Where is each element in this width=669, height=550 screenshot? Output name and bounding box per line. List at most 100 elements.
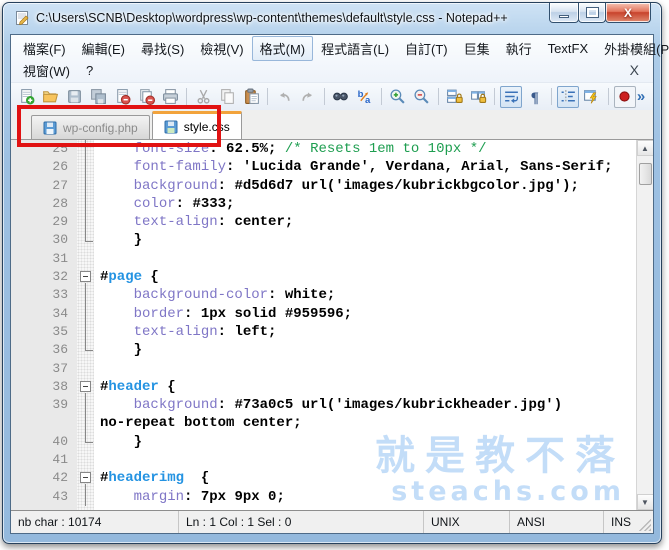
status-char-count: nb char : 10174 [11,511,179,533]
toolbar-overflow-chevron[interactable]: » [637,88,649,105]
fold-marker [77,341,94,359]
toolbar-separator [186,88,188,105]
tab-bar: wp-config.php style.css [11,105,653,147]
fold-line [85,140,86,159]
code-line[interactable]: } [100,341,636,359]
scrollbar-thumb[interactable] [638,163,652,185]
code-line[interactable]: text-align: left; [100,323,636,341]
fold-collapse-icon[interactable] [80,381,91,392]
title-bar[interactable]: C:\Users\SCNB\Desktop\wordpress\wp-conte… [3,3,661,33]
code-line[interactable]: background: #d5d6d7 url('images/kubrickb… [100,177,636,195]
menu-item-row2-2[interactable]: ? [78,60,101,81]
code-token: background [133,177,218,194]
code-line[interactable]: font-size: 62.5%; /* Resets 1em to 10px … [100,140,636,158]
menu-item-6[interactable]: 程式語言(L) [313,36,397,61]
code-token: : [268,287,285,304]
minimize-button[interactable] [549,3,579,23]
copy-icon [220,89,234,104]
close-button[interactable]: X [605,3,651,23]
close-file-button[interactable] [112,86,134,108]
notepadpp-window: C:\Users\SCNB\Desktop\wordpress\wp-conte… [2,2,669,544]
code-line[interactable]: } [100,231,636,249]
fold-marker [77,286,94,305]
minimize-icon [559,15,569,18]
resize-grip[interactable] [639,519,651,531]
code-line[interactable] [100,360,636,378]
menu-item-4[interactable]: 檢視(V) [192,36,251,61]
sync-scroll-vertical-icon [447,89,463,103]
undo-icon [279,92,290,101]
close-all-button[interactable] [136,86,158,108]
indent-guide-button[interactable] [557,85,580,108]
show-all-characters-button[interactable]: ¶ [524,86,546,108]
menu-item-7[interactable]: 自訂(T) [397,36,456,61]
code-token: : [217,177,235,194]
code-line[interactable] [100,451,636,469]
cut-button[interactable] [192,86,214,108]
code-line[interactable]: text-align: center; [100,213,636,231]
code-line[interactable]: no-repeat bottom center; [100,414,636,432]
menubar-close-icon[interactable]: X [620,62,649,78]
line-number-margin: 25 26 27 28 29 30 31 32 33 34 35 36 37 38 39 40 41 42 43 [11,140,77,510]
user-define-dialog-button[interactable] [581,86,603,108]
redo-button[interactable] [297,86,319,108]
floppy-icon [164,120,178,133]
sync-scroll-vertical-button[interactable] [444,86,466,108]
print-button[interactable] [159,86,181,108]
tab-wp-config.php[interactable]: wp-config.php [31,115,150,139]
code-line[interactable]: } [100,433,636,451]
code-line[interactable]: #headerimg { [100,469,636,487]
scroll-up-arrow-icon[interactable]: ▲ [636,140,653,156]
code-line[interactable]: background: #73a0c5 url('images/kubrickh… [100,396,636,414]
record-macro-button[interactable] [613,85,636,108]
find-button[interactable] [330,86,352,108]
code-line[interactable]: font-family: 'Lucida Grande', Verdana, A… [100,158,636,176]
fold-marker [77,414,94,433]
scroll-down-arrow-icon[interactable]: ▼ [636,494,653,510]
vertical-scrollbar[interactable]: ▲ ▼ [636,140,653,510]
save-all-button[interactable] [88,86,110,108]
menu-item-10[interactable]: TextFX [540,38,596,59]
menu-item-row2-1[interactable]: 視窗(W) [15,58,78,83]
save-button[interactable] [64,86,86,108]
code-token: } [133,342,143,359]
code-line[interactable]: #header { [100,378,636,396]
code-token: : [175,195,193,212]
paste-button[interactable] [240,86,262,108]
code-line[interactable]: border: 1px solid #959596; [100,305,636,323]
code-line[interactable]: background-color: white; [100,286,636,304]
code-line[interactable] [100,250,636,268]
fold-marker [77,158,94,177]
word-wrap-button[interactable] [500,85,523,108]
line-number: 28 [52,195,68,211]
code-token: #d5d6d7 url('images/kubrickbgcolor.jpg')… [234,177,579,194]
code-text-area[interactable]: font-size: 62.5%; /* Resets 1em to 10px … [94,140,636,510]
open-folder-button[interactable] [40,86,62,108]
code-line[interactable]: #page { [100,268,636,286]
menu-item-9[interactable]: 執行 [498,36,540,61]
copy-button[interactable] [216,86,238,108]
zoom-in-button[interactable] [387,86,409,108]
code-line[interactable]: margin: 7px 9px 0; [100,488,636,506]
menu-item-3[interactable]: 尋找(S) [133,36,192,61]
undo-button[interactable] [273,86,295,108]
tab-style.css[interactable]: style.css [151,111,242,139]
line-number: 42 [52,470,68,486]
menu-item-11[interactable]: 外掛模組(P) [596,36,669,61]
menu-row-1: 檔案(F) 編輯(E) 尋找(S) 檢視(V) 格式(M) 程式語言(L) 自訂(T) 巨集執… [15,35,669,61]
menu-item-8[interactable]: 巨集 [456,36,498,61]
zoom-out-button[interactable] [411,86,433,108]
fold-collapse-icon[interactable] [80,271,91,283]
code-token: : [217,214,235,231]
sync-scroll-horizontal-button[interactable] [467,86,489,108]
fold-collapse-icon[interactable] [80,472,91,484]
replace-icon: ba [358,89,371,105]
print-icon [162,89,178,104]
menu-item-2[interactable]: 編輯(E) [74,36,133,61]
new-file-button[interactable] [16,86,38,108]
replace-button[interactable]: ba [354,86,376,108]
code-line[interactable]: color: #333; [100,195,636,213]
maximize-button[interactable] [578,3,606,23]
menu-item-5[interactable]: 格式(M) [251,35,314,61]
